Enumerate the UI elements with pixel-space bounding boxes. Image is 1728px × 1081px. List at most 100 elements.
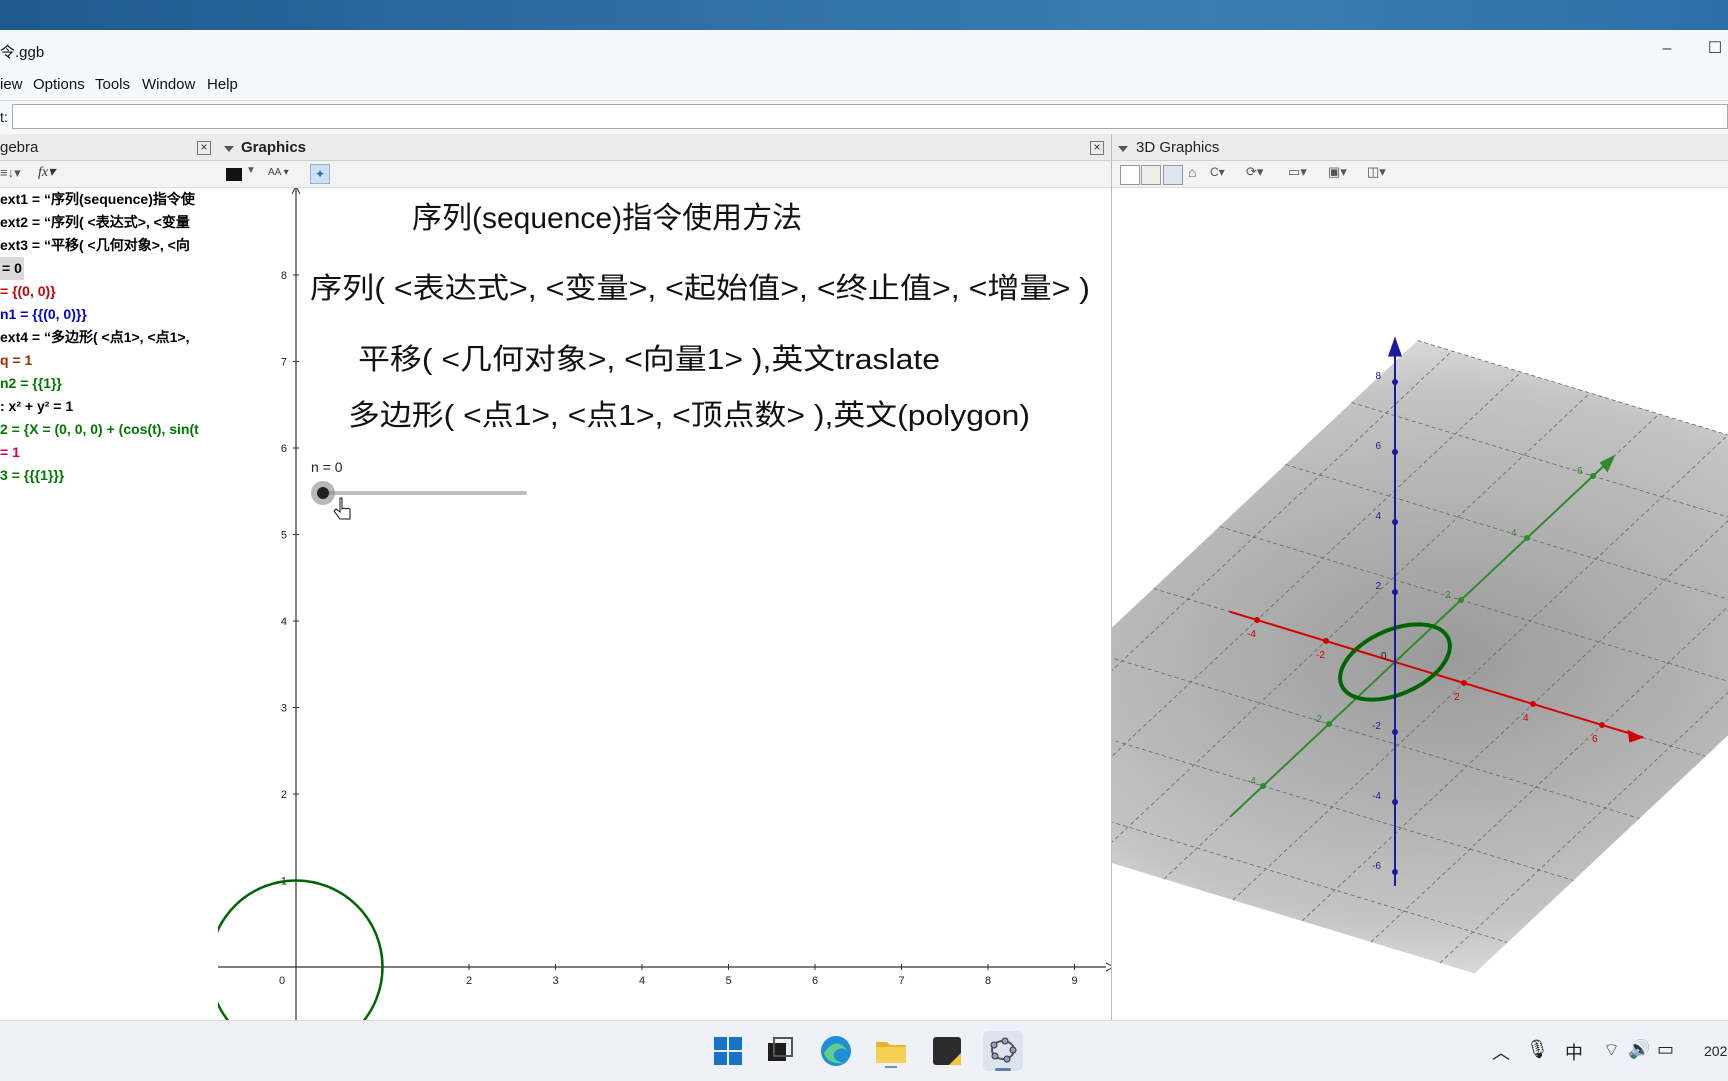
graphics3d-title: 3D Graphics	[1136, 139, 1219, 156]
algebra-item[interactable]: n2 = {{1}}	[0, 372, 216, 395]
sticky-notes-icon[interactable]	[929, 1033, 965, 1069]
menu-tools[interactable]: Tools	[95, 76, 130, 93]
x-tick-label: 8	[985, 975, 991, 987]
z-axis-3d-label: -6	[1372, 861, 1381, 872]
close-graphics-button[interactable]: ×	[1090, 141, 1104, 155]
microphone-icon[interactable]: 🎙	[1526, 1039, 1549, 1060]
z-axis-3d-tick	[1392, 799, 1398, 805]
color-swatch-icon[interactable]	[226, 168, 242, 181]
menu-help[interactable]: Help	[207, 76, 238, 93]
x-axis-3d-label: 4	[1523, 713, 1529, 724]
chevron-up-icon[interactable]: ︿	[1492, 1039, 1510, 1065]
z-axis-3d-tick	[1392, 449, 1398, 455]
algebra-item[interactable]: 2 = {X = (0, 0, 0) + (cos(t), sin(t	[0, 418, 216, 441]
x-tick-label: 4	[639, 975, 645, 987]
algebra-item[interactable]: ext2 = “序列( <表达式>, <变量	[0, 211, 216, 234]
algebra-item[interactable]: 3 = {{{1}}}	[0, 464, 216, 487]
geogebra-icon[interactable]	[983, 1031, 1023, 1071]
file-explorer-icon[interactable]	[873, 1033, 909, 1069]
y-axis-3d-label: 6	[1577, 466, 1583, 477]
grid-toggle-icon[interactable]	[1141, 165, 1161, 185]
x-axis-3d-label: 2	[1454, 692, 1460, 703]
y-axis-3d-tick	[1260, 783, 1266, 789]
algebra-item[interactable]: ext1 = “序列(sequence)指令使	[0, 188, 216, 211]
z-axis-3d-label: 2	[1375, 581, 1381, 592]
plane-toggle-icon[interactable]	[1163, 165, 1183, 185]
home-icon[interactable]: ⌂	[1188, 164, 1196, 180]
x-axis-3d-tick	[1530, 701, 1536, 707]
x-tick-label: 0	[279, 975, 285, 987]
view-direction-icon[interactable]: ⟳▾	[1246, 164, 1263, 180]
ime-indicator[interactable]: 中	[1565, 1039, 1583, 1065]
algebra-item[interactable]: ext3 = “平移( <几何对象>, <向	[0, 234, 216, 257]
close-algebra-button[interactable]: ×	[197, 141, 211, 155]
y-tick-label: 2	[281, 789, 287, 801]
z-axis-3d-tick	[1392, 589, 1398, 595]
slider-label: n = 0	[311, 459, 343, 475]
minimize-button[interactable]: –	[1652, 36, 1682, 62]
taskbar: ︿ 🎙 中 ⌔ 🔊 ▭ 202	[0, 1020, 1728, 1081]
color-dropdown-icon[interactable]: ▼	[246, 165, 256, 176]
window-title: 令.ggb	[0, 41, 44, 62]
pin-icon[interactable]: ✦	[310, 164, 330, 184]
y-axis-3d-tick	[1524, 535, 1530, 541]
sort-icon[interactable]: ≡↓▾	[0, 165, 21, 181]
menu-view[interactable]: iew	[0, 76, 23, 93]
axes-toggle-icon[interactable]	[1120, 165, 1140, 185]
y-axis-3d-label: 4	[1511, 528, 1517, 539]
slider-handle[interactable]	[317, 487, 329, 499]
fx-icon[interactable]: fx▾	[38, 164, 55, 181]
z-axis-3d-tick	[1392, 729, 1398, 735]
box-icon[interactable]: ▣▾	[1328, 164, 1347, 180]
rotate-icon[interactable]: C▾	[1210, 165, 1225, 179]
y-tick-label: 3	[281, 703, 287, 715]
y-axis-3d-label: -2	[1313, 714, 1322, 725]
graphics-canvas[interactable]: 02345678987654321序列(sequence)指令使用方法序列( <…	[218, 188, 1111, 1020]
clipping-icon[interactable]: ▭▾	[1288, 164, 1307, 180]
algebra-list: ext1 = “序列(sequence)指令使ext2 = “序列( <表达式>…	[0, 188, 216, 487]
algebra-item[interactable]: : x² + y² = 1	[0, 395, 216, 418]
z-axis-3d-label: 8	[1375, 371, 1381, 382]
algebra-item[interactable]: = 0	[0, 257, 24, 280]
graphics-header: Graphics ×	[218, 134, 1111, 161]
y-axis-3d-label: -4	[1247, 776, 1256, 787]
maximize-button[interactable]: ☐	[1700, 36, 1728, 62]
algebra-item[interactable]: = 1	[0, 441, 216, 464]
y-tick-label: 7	[281, 357, 287, 369]
input-label: t:	[0, 109, 8, 125]
collapse-3d-icon[interactable]	[1118, 146, 1128, 152]
start-icon[interactable]	[710, 1033, 746, 1069]
z-axis-3d-arrow	[1388, 337, 1402, 357]
y-tick-label: 4	[281, 616, 287, 628]
x-axis-3d-tick	[1461, 680, 1467, 686]
projection-icon[interactable]: ◫▾	[1367, 164, 1386, 180]
graphics3d-canvas[interactable]: -4-2246642-2-48642-2-4-60	[1112, 188, 1728, 1020]
text-size-icon[interactable]: AA ▾	[268, 167, 289, 178]
y-axis-3d-label: 2	[1445, 590, 1451, 601]
x-axis-3d-label: 6	[1592, 734, 1598, 745]
input-field[interactable]	[12, 104, 1728, 129]
clock[interactable]: 202	[1704, 1043, 1727, 1059]
y-tick-label: 8	[281, 270, 287, 282]
menu-window[interactable]: Window	[142, 76, 195, 93]
battery-icon[interactable]: ▭	[1657, 1039, 1674, 1060]
algebra-item[interactable]: n1 = {{(0, 0)}}	[0, 303, 216, 326]
edge-browser-icon[interactable]	[818, 1033, 854, 1069]
graphics3d-header: 3D Graphics	[1112, 134, 1728, 161]
menu-options[interactable]: Options	[33, 76, 85, 93]
x-tick-label: 3	[552, 975, 558, 987]
unit-circle[interactable]	[218, 881, 383, 1021]
volume-icon[interactable]: 🔊	[1628, 1039, 1650, 1060]
wifi-icon[interactable]: ⌔	[1603, 1039, 1620, 1062]
hand-cursor-icon	[334, 498, 350, 519]
algebra-item[interactable]: = {(0, 0)}	[0, 280, 216, 303]
y-axis-3d-tick	[1458, 597, 1464, 603]
algebra-item[interactable]: ext4 = “多边形( <点1>, <点1>,	[0, 326, 216, 349]
collapse-icon[interactable]	[224, 146, 234, 152]
text3-label: 平移( <几何对象>, <向量1> ),英文traslate	[358, 343, 940, 376]
algebra-item[interactable]: q = 1	[0, 349, 216, 372]
x-tick-label: 7	[898, 975, 904, 987]
x-axis-3d-label: -2	[1316, 650, 1325, 661]
task-view-icon[interactable]	[762, 1033, 798, 1069]
desktop-background	[0, 0, 1728, 30]
